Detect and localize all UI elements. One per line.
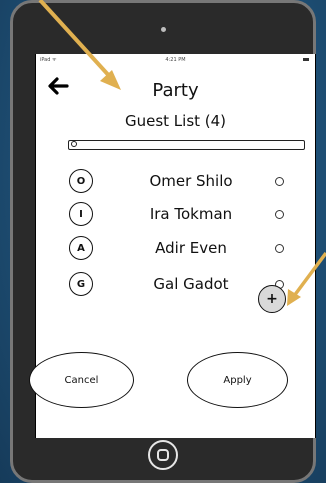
- apply-button[interactable]: Apply: [187, 352, 288, 408]
- list-item[interactable]: O Omer Shilo: [36, 169, 315, 197]
- battery-icon: [303, 58, 309, 61]
- list-item[interactable]: A Adir Even: [36, 236, 315, 264]
- guest-name: Adir Even: [155, 239, 227, 257]
- guest-name: Gal Gadot: [153, 275, 229, 293]
- guest-select-radio[interactable]: [275, 244, 284, 253]
- guest-select-radio[interactable]: [275, 210, 284, 219]
- status-time: 4:21 PM: [165, 57, 186, 63]
- home-button-icon[interactable]: [148, 440, 178, 470]
- avatar: I: [69, 202, 93, 226]
- avatar: G: [69, 272, 93, 296]
- tablet-frame: iPad ᯤ 4:21 PM Party Guest List (4) O Om…: [10, 0, 316, 483]
- camera-icon: [161, 27, 166, 32]
- search-icon: [71, 141, 77, 147]
- cancel-button[interactable]: Cancel: [29, 352, 134, 408]
- search-input[interactable]: [68, 140, 305, 150]
- avatar: O: [69, 169, 93, 193]
- avatar: A: [69, 236, 93, 260]
- list-item[interactable]: I Ira Tokman: [36, 202, 315, 230]
- guest-select-radio[interactable]: [275, 177, 284, 186]
- add-guest-button[interactable]: +: [258, 285, 286, 313]
- guest-list-heading: Guest List (4): [124, 112, 227, 130]
- status-bar: iPad ᯤ 4:21 PM: [36, 54, 315, 66]
- guest-name: Omer Shilo: [149, 172, 233, 190]
- guest-name: Ira Tokman: [149, 205, 233, 223]
- page-title: Party: [152, 80, 199, 101]
